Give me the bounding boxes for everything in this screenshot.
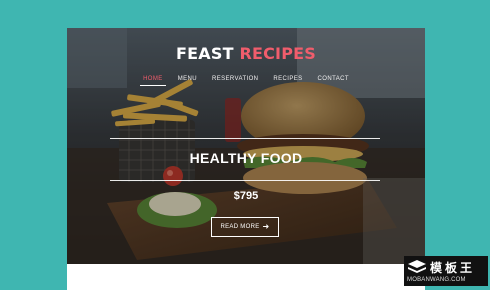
watermark-title: 模板王: [430, 261, 476, 275]
hero-headline: HEALTHY FOOD: [189, 150, 303, 166]
read-more-button[interactable]: READ MORE ➜: [211, 217, 279, 237]
nav-item-reservation[interactable]: RESERVATION: [209, 75, 261, 86]
site-logo[interactable]: FEAST RECIPES: [67, 44, 425, 63]
logo-text-primary: FEAST: [176, 44, 234, 63]
template-preview-frame: FEAST RECIPES HOME MENU RESERVATION RECI…: [67, 28, 425, 290]
arrow-right-icon: ➜: [262, 222, 270, 231]
main-navigation: HOME MENU RESERVATION RECIPES CONTACT: [67, 75, 425, 86]
hero-banner: FEAST RECIPES HOME MENU RESERVATION RECI…: [67, 28, 425, 264]
nav-item-home[interactable]: HOME: [140, 75, 166, 86]
headline-bottom-divider: [110, 180, 380, 181]
watermark-url: MOBANWANG.COM: [407, 277, 466, 283]
site-watermark: 模板王 MOBANWANG.COM: [404, 256, 488, 286]
hero-price: $795: [233, 190, 259, 202]
nav-item-menu[interactable]: MENU: [175, 75, 200, 86]
logo-text-accent: RECIPES: [239, 44, 316, 63]
read-more-label: READ MORE: [220, 224, 260, 230]
watermark-logo-icon: [408, 260, 426, 273]
nav-item-recipes[interactable]: RECIPES: [270, 75, 305, 86]
nav-item-contact[interactable]: CONTACT: [315, 75, 352, 86]
headline-top-divider: [110, 138, 380, 139]
